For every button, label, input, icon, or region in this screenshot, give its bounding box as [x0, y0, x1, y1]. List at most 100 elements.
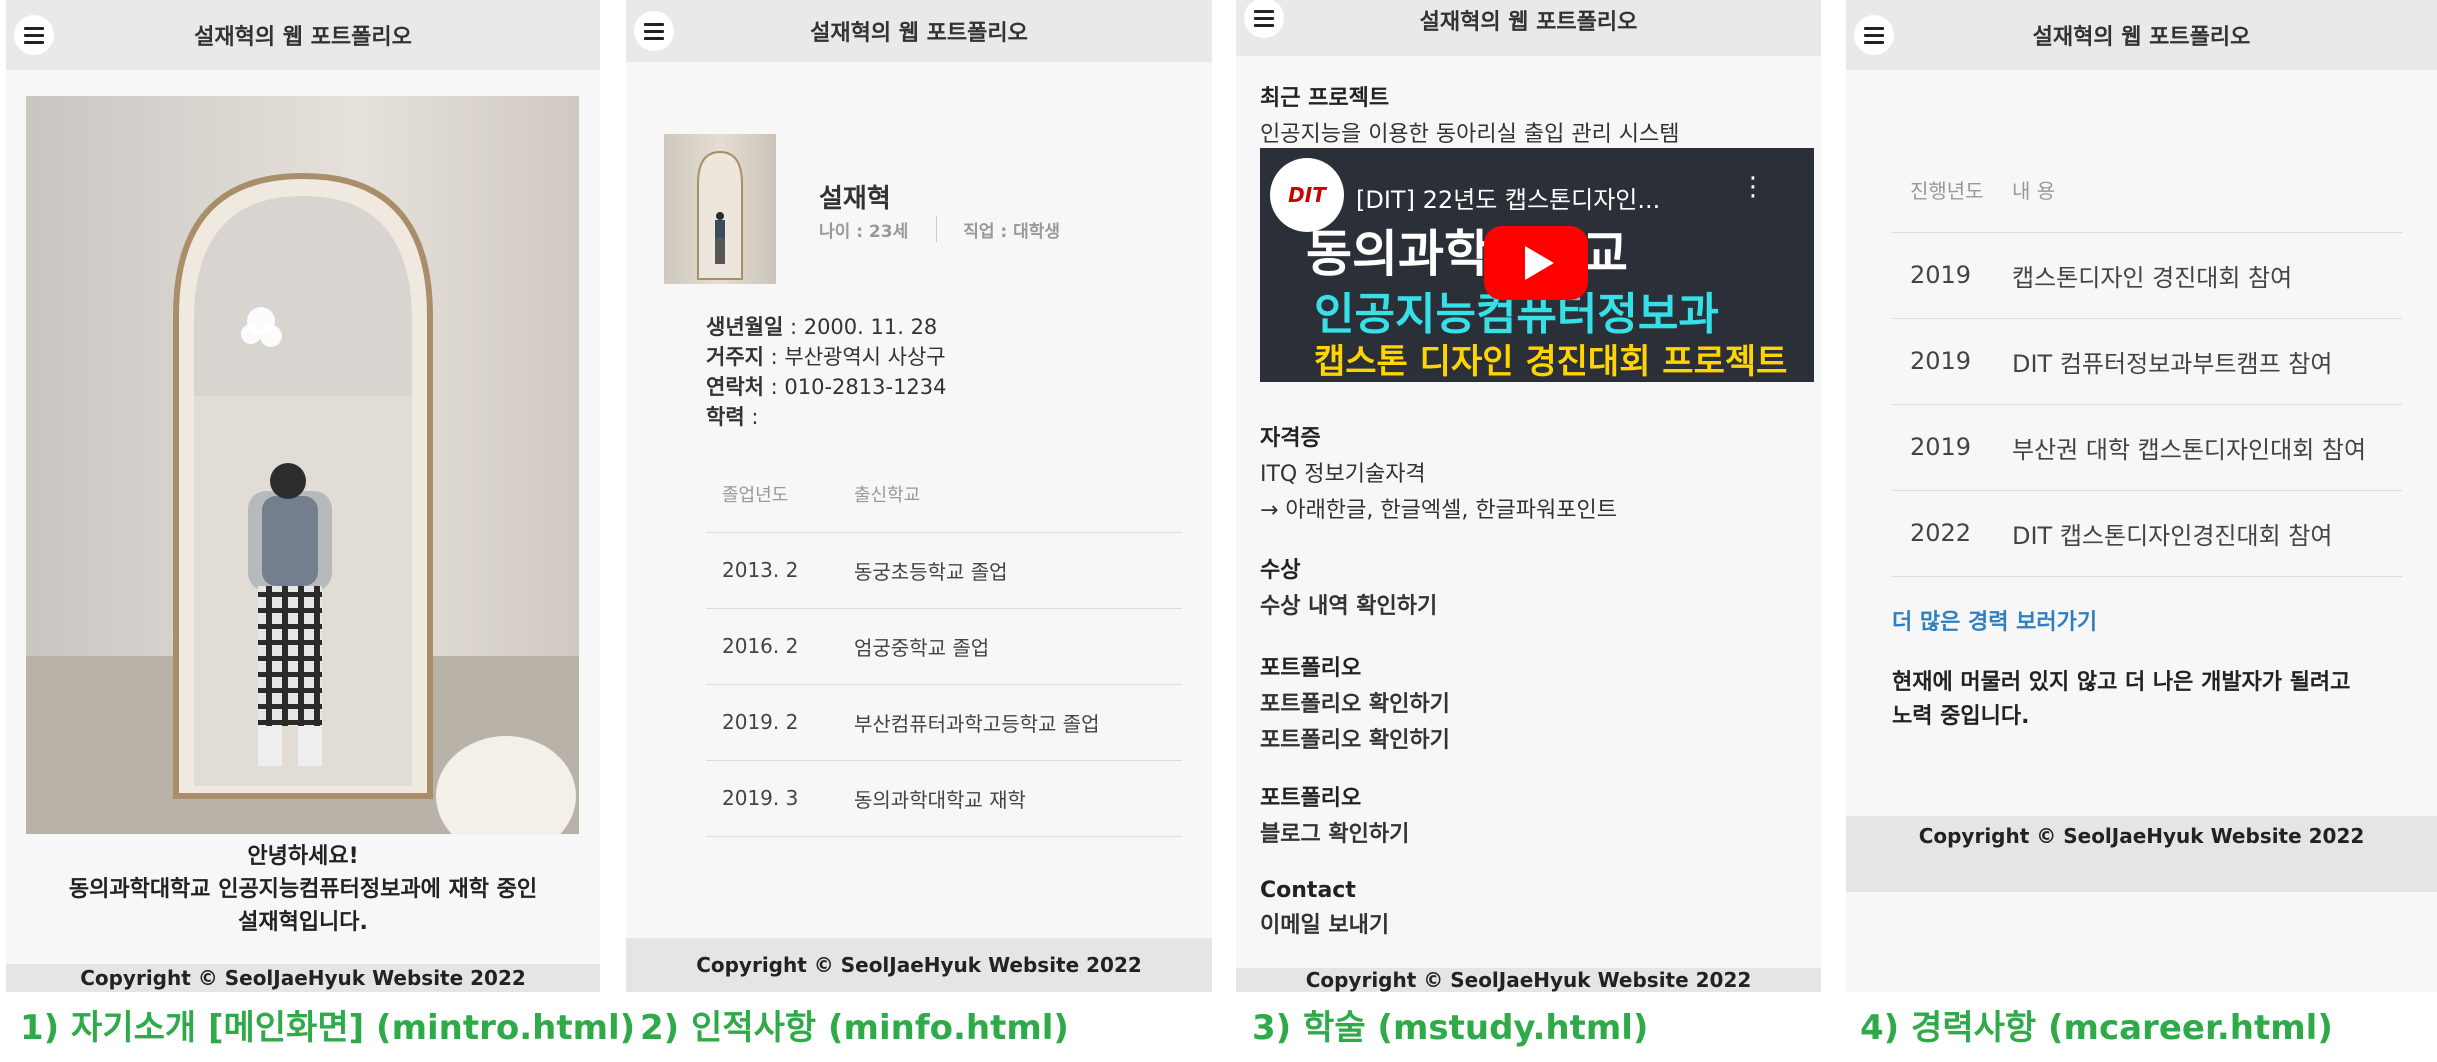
- footer: Copyright © SeolJaeHyuk Website 2022: [1236, 968, 1821, 992]
- portfolio-link[interactable]: 포트폴리오 확인하기: [1260, 722, 1450, 754]
- intro-text: 안녕하세요! 동의과학대학교 인공지능컴퓨터정보과에 재학 중인 설재혁입니다.: [6, 840, 600, 939]
- thumbnail-image: [697, 150, 743, 280]
- mintro-screen: 설재혁의 웹 포트폴리오 안녕하세요! 동의과학대학교 인공지능컴퓨터정보과에 …: [6, 0, 600, 992]
- site-title: 설재혁의 웹 포트폴리오: [1419, 10, 1638, 35]
- career-year: 2019: [1892, 232, 2011, 319]
- caption-career: 4) 경력사항 (mcareer.html): [1860, 1008, 2333, 1048]
- career-year: 2019: [1892, 404, 2011, 491]
- hamburger-menu-icon[interactable]: [14, 15, 54, 55]
- video-line: 캡스톤 디자인 경진대회 프로젝트: [1314, 342, 1788, 382]
- table-header: 내 용: [2011, 148, 2402, 233]
- phone-row: 연락처 : 010-2813-1234: [706, 372, 947, 402]
- phone-value: : 010-2813-1234: [763, 375, 947, 399]
- site-title: 설재혁의 웹 포트폴리오: [194, 25, 412, 50]
- school-name: 엄궁중학교 졸업: [853, 608, 1182, 685]
- section-title: 포트폴리오: [1260, 786, 1362, 811]
- profile-name: 설재혁: [819, 184, 891, 214]
- education-value: :: [744, 405, 759, 429]
- section-text: ITQ 정보기술자격: [1260, 462, 1426, 487]
- grad-year: 2019. 3: [706, 760, 853, 837]
- intro-line: 안녕하세요!: [247, 844, 359, 869]
- more-options-icon[interactable]: ⋮: [1740, 174, 1766, 200]
- header-bar: 설재혁의 웹 포트폴리오: [626, 0, 1212, 62]
- meta-divider: [936, 216, 938, 242]
- table-row: 2019 부산권 대학 캡스톤디자인대회 참여: [1892, 404, 2402, 491]
- certificate-section: 자격증 ITQ 정보기술자격 → 아래한글, 한글엑셀, 한글파워포인트: [1260, 420, 1617, 524]
- portfolio-link[interactable]: 포트폴리오 확인하기: [1260, 686, 1450, 718]
- copyright-text: Copyright © SeolJaeHyuk Website 2022: [696, 953, 1142, 977]
- hamburger-menu-icon[interactable]: [1854, 15, 1894, 55]
- hamburger-menu-icon[interactable]: [634, 11, 674, 51]
- education-table: 졸업년도 출신학교 2013. 2 동궁초등학교 졸업 2016. 2 엄궁중학…: [706, 456, 1182, 837]
- birth-row: 생년월일 : 2000. 11. 28: [706, 312, 947, 342]
- education-label: 학력: [706, 405, 745, 429]
- profile-meta: 나이 : 23세 직업 : 대학생: [819, 216, 1060, 242]
- section-title: 포트폴리오: [1260, 656, 1362, 681]
- school-name: 부산컴퓨터과학고등학교 졸업: [853, 684, 1182, 761]
- table-row: 2019. 2 부산컴퓨터과학고등학교 졸업: [706, 684, 1182, 761]
- copyright-text: Copyright © SeolJaeHyuk Website 2022: [80, 966, 526, 990]
- more-career-link[interactable]: 더 많은 경력 보러가기: [1892, 604, 2097, 636]
- address-label: 거주지: [706, 345, 764, 369]
- award-section: 수상 수상 내역 확인하기: [1260, 552, 1437, 620]
- profile-thumbnail: [664, 134, 776, 284]
- table-row: 2013. 2 동궁초등학교 졸업: [706, 532, 1182, 609]
- closing-line: 노력 중입니다.: [1892, 704, 2030, 729]
- youtube-video-embed[interactable]: DIT [DIT] 22년도 캡스톤디자인... ⋮ 동의과학대학교 인공지능컴…: [1260, 148, 1814, 382]
- table-row: 2019 DIT 컴퓨터정보과부트캠프 참여: [1892, 318, 2402, 405]
- table-header: 출신학교: [853, 456, 1182, 533]
- play-button-icon[interactable]: [1484, 226, 1588, 300]
- footer: Copyright © SeolJaeHyuk Website 2022: [1846, 816, 2437, 892]
- table-header: 진행년도: [1892, 148, 2011, 233]
- career-year: 2019: [1892, 318, 2011, 405]
- header-bar: 설재혁의 웹 포트폴리오: [1846, 0, 2437, 70]
- education-row: 학력 :: [706, 402, 947, 432]
- contact-section: Contact 이메일 보내기: [1260, 878, 1389, 939]
- blog-section: 포트폴리오 블로그 확인하기: [1260, 780, 1409, 848]
- section-title: 자격증: [1260, 426, 1321, 451]
- mstudy-screen: 설재혁의 웹 포트폴리오 최근 프로젝트 인공지능을 이용한 동아리실 출입 관…: [1236, 0, 1821, 992]
- copyright-text: Copyright © SeolJaeHyuk Website 2022: [1918, 824, 2365, 848]
- table-row: 2019 캡스톤디자인 경진대회 참여: [1892, 232, 2402, 319]
- section-text: → 아래한글, 한글엑셀, 한글파워포인트: [1260, 498, 1618, 523]
- table-header: 졸업년도: [706, 456, 853, 533]
- minfo-screen: 설재혁의 웹 포트폴리오 설재혁 나이 : 23세 직업 : 대학생 생년월일 …: [626, 0, 1212, 992]
- closing-text: 현재에 머물러 있지 않고 더 나은 개발자가 될려고 노력 중입니다.: [1892, 666, 2350, 734]
- caption-info: 2) 인적사항 (minfo.html): [640, 1008, 1069, 1048]
- video-title: [DIT] 22년도 캡스톤디자인...: [1356, 186, 1661, 214]
- birth-value: : 2000. 11. 28: [783, 315, 938, 339]
- mcareer-screen: 설재혁의 웹 포트폴리오 진행년도 내 용 2019 캡스톤디자인 경진대회 참…: [1846, 0, 2437, 992]
- section-title: 최근 프로젝트: [1260, 86, 1390, 111]
- birth-label: 생년월일: [706, 315, 784, 339]
- table-header-row: 졸업년도 출신학교: [706, 456, 1182, 533]
- career-content: 캡스톤디자인 경진대회 참여: [2011, 232, 2402, 319]
- award-link[interactable]: 수상 내역 확인하기: [1260, 588, 1437, 620]
- intro-line: 동의과학대학교 인공지능컴퓨터정보과에 재학 중인: [68, 877, 538, 902]
- phone-label: 연락처: [706, 375, 764, 399]
- career-content: DIT 컴퓨터정보과부트캠프 참여: [2011, 318, 2402, 405]
- footer: Copyright © SeolJaeHyuk Website 2022: [626, 938, 1212, 992]
- job-text: 직업 : 대학생: [963, 221, 1061, 242]
- closing-line: 현재에 머물러 있지 않고 더 나은 개발자가 될려고: [1892, 670, 2351, 695]
- email-link[interactable]: 이메일 보내기: [1260, 907, 1389, 939]
- header-bar: 설재혁의 웹 포트폴리오: [1236, 0, 1821, 56]
- grad-year: 2013. 2: [706, 532, 853, 609]
- age-text: 나이 : 23세: [819, 221, 909, 242]
- recent-project-section: 최근 프로젝트 인공지능을 이용한 동아리실 출입 관리 시스템: [1260, 80, 1680, 148]
- address-value: : 부산광역시 사상구: [763, 345, 946, 369]
- portfolio-section: 포트폴리오 포트폴리오 확인하기 포트폴리오 확인하기: [1260, 650, 1450, 754]
- career-table: 진행년도 내 용 2019 캡스톤디자인 경진대회 참여 2019 DIT 컴퓨…: [1892, 148, 2402, 577]
- video-logo-text: DIT: [1288, 183, 1326, 207]
- career-content: DIT 캡스톤디자인경진대회 참여: [2011, 490, 2402, 577]
- address-row: 거주지 : 부산광역시 사상구: [706, 342, 947, 372]
- mirror-selfie-image: [26, 172, 579, 834]
- grad-year: 2016. 2: [706, 608, 853, 685]
- copyright-text: Copyright © SeolJaeHyuk Website 2022: [1305, 968, 1752, 992]
- caption-study: 3) 학술 (mstudy.html): [1252, 1008, 1649, 1048]
- intro-line: 설재혁입니다.: [238, 910, 368, 935]
- section-title: 수상: [1260, 558, 1301, 583]
- blog-link[interactable]: 블로그 확인하기: [1260, 816, 1409, 848]
- hamburger-menu-icon[interactable]: [1244, 0, 1284, 38]
- career-year: 2022: [1892, 490, 2011, 577]
- section-text: 인공지능을 이용한 동아리실 출입 관리 시스템: [1260, 122, 1680, 147]
